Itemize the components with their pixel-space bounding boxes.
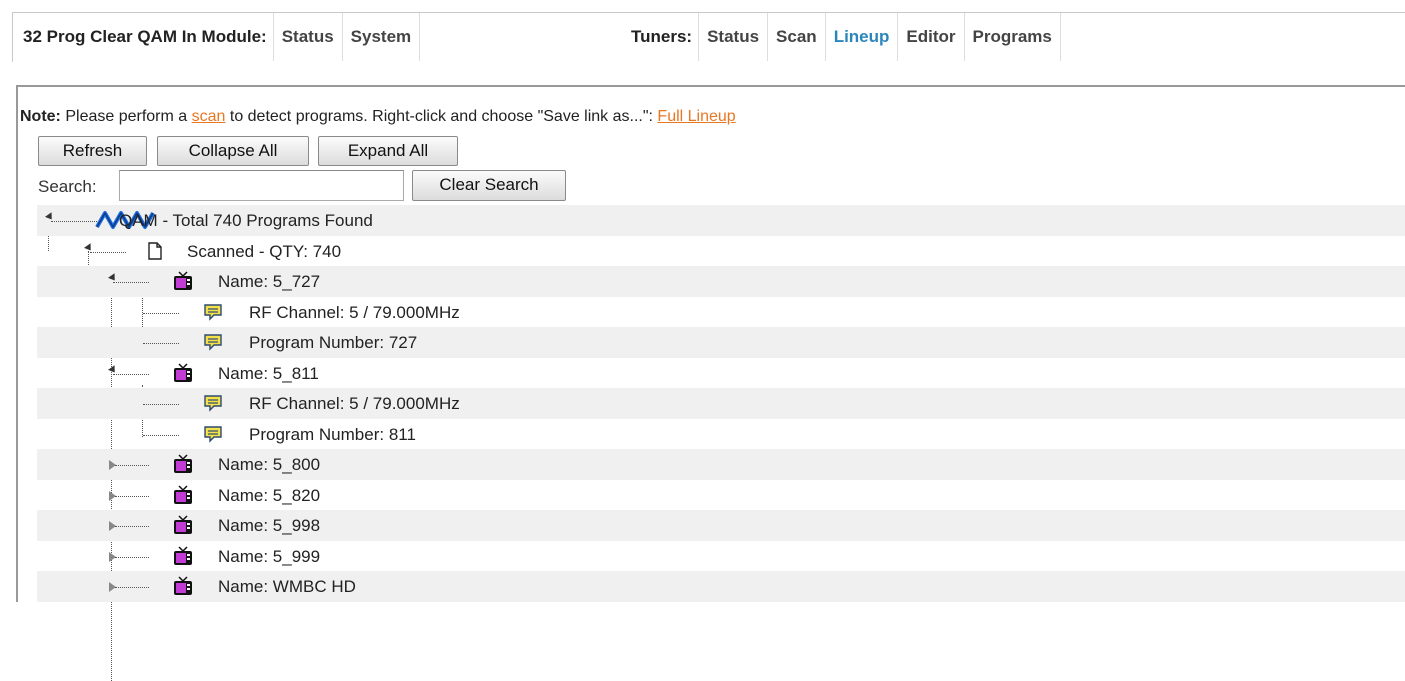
rf-channel-label: RF Channel: 5 / 79.000MHz [249,394,460,413]
module-title: 32 Prog Clear QAM In Module: [23,27,267,46]
tab-tuners-editor[interactable]: Editor [897,13,963,61]
tree-connector [143,434,179,436]
tab-module-status[interactable]: Status [272,13,342,61]
program-name: Name: 5_800 [218,455,321,474]
tree-row-scanned[interactable]: Scanned - QTY: 740 [37,236,1405,267]
rf-channel-label: RF Channel: 5 / 79.000MHz [249,302,460,322]
tab-tuners-status[interactable]: Status [698,13,767,61]
tree-row-program[interactable]: Name: 5_800 [37,449,1405,480]
tab-tuners-scan[interactable]: Scan [767,13,825,61]
tree-connector [115,526,149,527]
note-text-after: to detect programs. Right-click and choo… [225,108,658,125]
tab-tuners-lineup[interactable]: Lineup [824,13,898,61]
collapse-all-button[interactable]: Collapse All [157,136,309,166]
clear-search-button[interactable]: Clear Search [412,170,566,201]
tv-icon [174,484,192,504]
top-nav: 32 Prog Clear QAM In Module: Status Syst… [12,12,1405,62]
tree-row-program[interactable]: Name: 5_820 [37,480,1405,511]
info-bubble-icon [204,425,222,443]
refresh-button[interactable]: Refresh [38,136,147,166]
tv-icon [174,271,192,290]
tree-connector [143,312,179,314]
tree-connector [115,465,149,466]
module-tab-group: 32 Prog Clear QAM In Module: Status Syst… [13,13,421,61]
tree-connector [113,373,149,375]
note-line: Note: Please perform a scan to detect pr… [20,108,736,126]
note-label: Note: [20,108,61,125]
search-label: Search: [38,177,97,196]
info-bubble-icon [204,395,222,412]
tree-row-detail: Program Number: 811 [37,419,1405,450]
tree-row-program[interactable]: Name: WMBC HD [37,571,1405,602]
program-name: Name: 5_998 [218,516,321,535]
note-text-before: Please perform a [60,108,192,125]
program-name: Name: 5_811 [218,363,319,383]
tv-icon [174,545,192,565]
tv-icon [174,454,192,473]
program-name: Name: 5_999 [218,546,321,566]
full-lineup-link[interactable]: Full Lineup [657,108,735,125]
tree-connector [115,587,149,588]
info-bubble-icon [204,334,222,351]
tree-connector [51,221,97,222]
tree-connector [113,282,149,283]
tv-icon [174,362,192,382]
scan-link[interactable]: scan [192,108,226,125]
tree-connector [115,495,149,497]
tree-root-label: QAM - Total 740 Programs Found [119,211,373,230]
info-bubble-icon [204,303,222,321]
tab-module-system[interactable]: System [341,13,421,61]
tree-row-program[interactable]: Name: 5_811 [37,358,1405,389]
tree-connector [143,404,179,405]
tuners-tab-group: Tuners: Status Scan Lineup Editor Progra… [621,13,1061,61]
program-name: Name: 5_727 [218,272,321,291]
tree-row-program[interactable]: Name: 5_998 [37,510,1405,541]
tab-tuners-programs[interactable]: Programs [963,13,1061,61]
search-input[interactable] [119,170,404,201]
tuners-title: Tuners: [631,27,693,46]
expand-all-button[interactable]: Expand All [318,136,458,166]
tv-icon [174,515,192,534]
document-icon [148,241,162,260]
tree-connector [115,556,149,558]
tree-row-detail: RF Channel: 5 / 79.000MHz [37,297,1405,328]
tree-row-program[interactable]: Name: 5_727 [37,266,1405,297]
tree-connector [143,343,179,344]
tree-row-root[interactable]: QAM - Total 740 Programs Found [37,205,1405,236]
program-number-label: Program Number: 727 [249,333,418,352]
program-name: Name: 5_820 [218,485,321,505]
tree-row-program[interactable]: Name: 5_999 [37,541,1405,572]
program-number-label: Program Number: 811 [249,424,416,444]
tree-scanned-label: Scanned - QTY: 740 [187,241,342,261]
tv-icon [174,576,192,595]
program-name: Name: WMBC HD [218,577,356,596]
tree-row-detail: Program Number: 727 [37,327,1405,358]
tree-connector [90,251,126,253]
tree-row-detail: RF Channel: 5 / 79.000MHz [37,388,1405,419]
